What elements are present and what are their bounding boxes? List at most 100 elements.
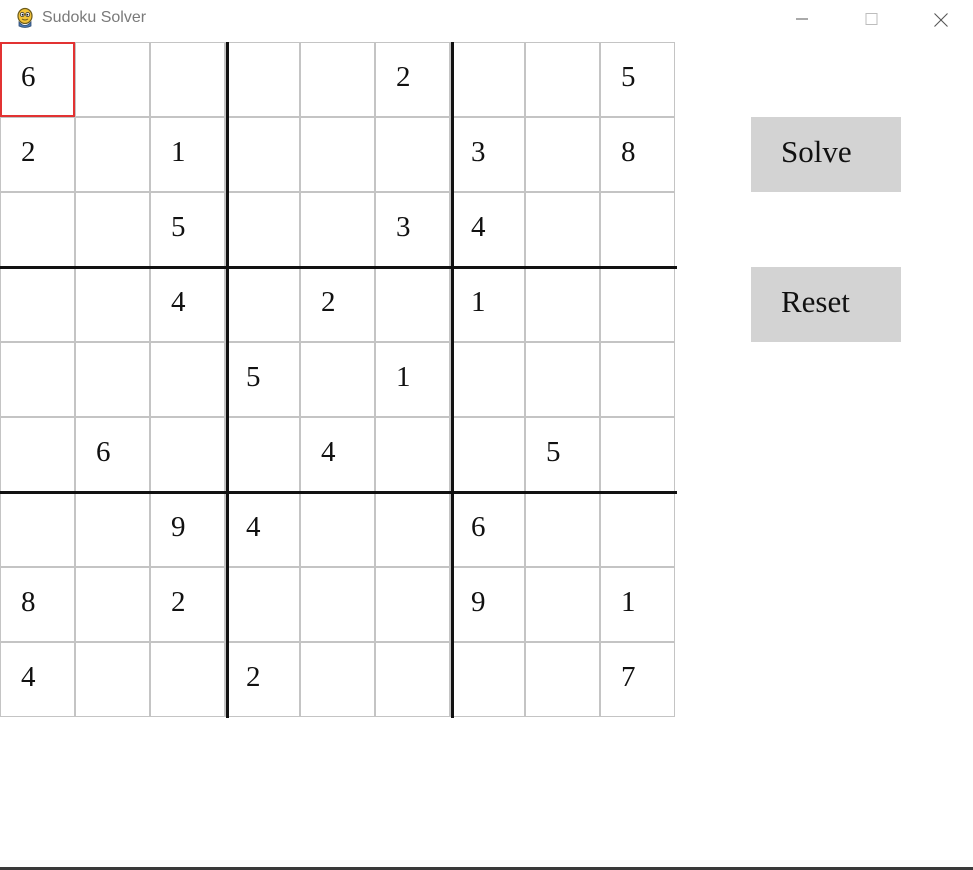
sudoku-cell-r7-c8[interactable] bbox=[525, 492, 600, 567]
sudoku-cell-r3-c3[interactable]: 5 bbox=[150, 192, 225, 267]
sudoku-cell-r4-c4[interactable] bbox=[225, 267, 300, 342]
sudoku-cell-r6-c3[interactable] bbox=[150, 417, 225, 492]
sudoku-cell-r4-c5[interactable]: 2 bbox=[300, 267, 375, 342]
maximize-icon bbox=[865, 13, 878, 25]
cell-value: 6 bbox=[96, 436, 111, 468]
sudoku-cell-r8-c2[interactable] bbox=[75, 567, 150, 642]
sudoku-cell-r5-c2[interactable] bbox=[75, 342, 150, 417]
sudoku-cell-r3-c8[interactable] bbox=[525, 192, 600, 267]
sudoku-cell-r3-c9[interactable] bbox=[600, 192, 675, 267]
sudoku-cell-r5-c5[interactable] bbox=[300, 342, 375, 417]
sudoku-cell-r9-c8[interactable] bbox=[525, 642, 600, 717]
sudoku-cell-r4-c8[interactable] bbox=[525, 267, 600, 342]
cell-value: 4 bbox=[21, 661, 36, 693]
sudoku-cell-r7-c1[interactable] bbox=[0, 492, 75, 567]
sudoku-cell-r2-c2[interactable] bbox=[75, 117, 150, 192]
solve-button[interactable]: Solve bbox=[751, 117, 901, 192]
sudoku-cell-r9-c4[interactable]: 2 bbox=[225, 642, 300, 717]
sudoku-cell-r5-c9[interactable] bbox=[600, 342, 675, 417]
sudoku-cell-r3-c1[interactable] bbox=[0, 192, 75, 267]
sudoku-cell-r9-c2[interactable] bbox=[75, 642, 150, 717]
sudoku-cell-r2-c9[interactable]: 8 bbox=[600, 117, 675, 192]
sudoku-cell-r5-c7[interactable] bbox=[450, 342, 525, 417]
sudoku-cell-r6-c6[interactable] bbox=[375, 417, 450, 492]
sudoku-cell-r7-c9[interactable] bbox=[600, 492, 675, 567]
sudoku-cell-r4-c2[interactable] bbox=[75, 267, 150, 342]
solve-button-label: Solve bbox=[781, 134, 852, 169]
sudoku-cell-r6-c5[interactable]: 4 bbox=[300, 417, 375, 492]
sudoku-cell-r5-c3[interactable] bbox=[150, 342, 225, 417]
sudoku-cell-r8-c3[interactable]: 2 bbox=[150, 567, 225, 642]
sudoku-cell-r1-c6[interactable]: 2 bbox=[375, 42, 450, 117]
sudoku-cell-r7-c7[interactable]: 6 bbox=[450, 492, 525, 567]
reset-button[interactable]: Reset bbox=[751, 267, 901, 342]
sudoku-cell-r3-c4[interactable] bbox=[225, 192, 300, 267]
sudoku-cell-r8-c5[interactable] bbox=[300, 567, 375, 642]
sudoku-cell-r8-c1[interactable]: 8 bbox=[0, 567, 75, 642]
sudoku-cell-r1-c2[interactable] bbox=[75, 42, 150, 117]
cell-value: 2 bbox=[21, 136, 36, 168]
sudoku-cell-r7-c5[interactable] bbox=[300, 492, 375, 567]
sudoku-cell-r2-c4[interactable] bbox=[225, 117, 300, 192]
sudoku-cell-r6-c2[interactable]: 6 bbox=[75, 417, 150, 492]
sudoku-cell-r1-c5[interactable] bbox=[300, 42, 375, 117]
sudoku-cell-r4-c3[interactable]: 4 bbox=[150, 267, 225, 342]
sudoku-cell-r2-c8[interactable] bbox=[525, 117, 600, 192]
sudoku-cell-r1-c3[interactable] bbox=[150, 42, 225, 117]
sudoku-cell-r5-c6[interactable]: 1 bbox=[375, 342, 450, 417]
sudoku-cell-r2-c5[interactable] bbox=[300, 117, 375, 192]
cell-value: 8 bbox=[621, 136, 636, 168]
sudoku-cell-r1-c9[interactable]: 5 bbox=[600, 42, 675, 117]
sudoku-cell-r5-c4[interactable]: 5 bbox=[225, 342, 300, 417]
sudoku-cell-r8-c9[interactable]: 1 bbox=[600, 567, 675, 642]
sudoku-cell-r3-c6[interactable]: 3 bbox=[375, 192, 450, 267]
sudoku-cell-r4-c1[interactable] bbox=[0, 267, 75, 342]
sudoku-cell-r3-c5[interactable] bbox=[300, 192, 375, 267]
sudoku-cell-r3-c2[interactable] bbox=[75, 192, 150, 267]
sudoku-cell-r4-c9[interactable] bbox=[600, 267, 675, 342]
box-divider-vertical bbox=[451, 42, 454, 718]
sudoku-cell-r1-c8[interactable] bbox=[525, 42, 600, 117]
sudoku-cell-r8-c6[interactable] bbox=[375, 567, 450, 642]
cell-value: 3 bbox=[471, 136, 486, 168]
sudoku-cell-r7-c6[interactable] bbox=[375, 492, 450, 567]
sudoku-cell-r9-c7[interactable] bbox=[450, 642, 525, 717]
sudoku-cell-r7-c3[interactable]: 9 bbox=[150, 492, 225, 567]
cell-value: 2 bbox=[321, 286, 336, 318]
title-bar[interactable]: Sudoku Solver bbox=[0, 0, 973, 38]
sudoku-cell-r2-c7[interactable]: 3 bbox=[450, 117, 525, 192]
cell-value: 1 bbox=[621, 586, 636, 618]
sudoku-cell-r8-c8[interactable] bbox=[525, 567, 600, 642]
sudoku-cell-r6-c4[interactable] bbox=[225, 417, 300, 492]
sudoku-cell-r6-c8[interactable]: 5 bbox=[525, 417, 600, 492]
sudoku-cell-r9-c9[interactable]: 7 bbox=[600, 642, 675, 717]
minimize-button[interactable] bbox=[778, 0, 824, 38]
sudoku-cell-r9-c5[interactable] bbox=[300, 642, 375, 717]
sudoku-cell-r9-c6[interactable] bbox=[375, 642, 450, 717]
sudoku-cell-r2-c3[interactable]: 1 bbox=[150, 117, 225, 192]
sudoku-cell-r6-c1[interactable] bbox=[0, 417, 75, 492]
sudoku-cell-r1-c4[interactable] bbox=[225, 42, 300, 117]
sudoku-cell-r5-c1[interactable] bbox=[0, 342, 75, 417]
sudoku-cell-r9-c1[interactable]: 4 bbox=[0, 642, 75, 717]
sudoku-cell-r2-c1[interactable]: 2 bbox=[0, 117, 75, 192]
sudoku-cell-r4-c7[interactable]: 1 bbox=[450, 267, 525, 342]
sudoku-cell-r8-c4[interactable] bbox=[225, 567, 300, 642]
close-button[interactable] bbox=[917, 0, 963, 38]
sudoku-cell-r4-c6[interactable] bbox=[375, 267, 450, 342]
cell-value: 5 bbox=[621, 61, 636, 93]
sudoku-cell-r2-c6[interactable] bbox=[375, 117, 450, 192]
sudoku-cell-r1-c7[interactable] bbox=[450, 42, 525, 117]
cell-value: 9 bbox=[171, 511, 186, 543]
sudoku-cell-r5-c8[interactable] bbox=[525, 342, 600, 417]
sudoku-cell-r3-c7[interactable]: 4 bbox=[450, 192, 525, 267]
sudoku-cell-r6-c9[interactable] bbox=[600, 417, 675, 492]
cell-value: 4 bbox=[471, 211, 486, 243]
maximize-button[interactable] bbox=[847, 0, 893, 38]
sudoku-cell-r6-c7[interactable] bbox=[450, 417, 525, 492]
sudoku-cell-r7-c2[interactable] bbox=[75, 492, 150, 567]
sudoku-cell-r7-c4[interactable]: 4 bbox=[225, 492, 300, 567]
sudoku-cell-r8-c7[interactable]: 9 bbox=[450, 567, 525, 642]
sudoku-cell-r9-c3[interactable] bbox=[150, 642, 225, 717]
sudoku-cell-r1-c1[interactable]: 6 bbox=[0, 42, 75, 117]
